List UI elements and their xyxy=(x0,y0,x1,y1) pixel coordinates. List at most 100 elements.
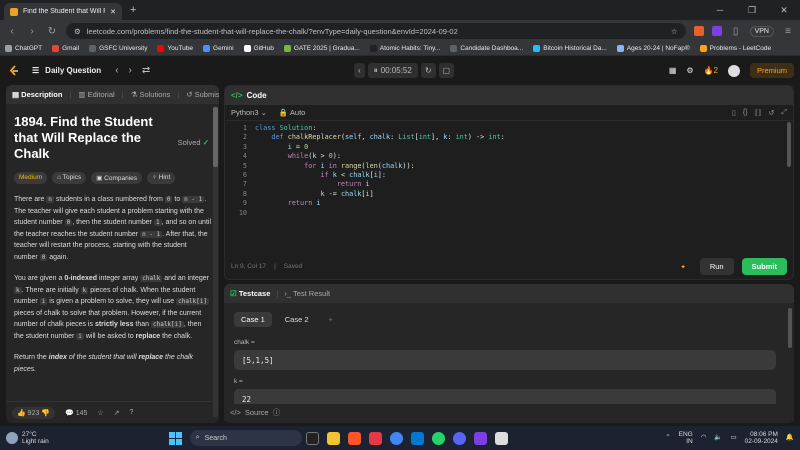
comments-button[interactable]: 💬 145 xyxy=(65,409,87,417)
daily-question-nav[interactable]: ☰ Daily Question xyxy=(32,66,101,75)
new-tab-button[interactable]: + xyxy=(130,4,136,16)
taskbar-search[interactable]: ⌕ Search xyxy=(189,430,302,446)
share-icon[interactable]: ↗ xyxy=(114,409,120,417)
forward-icon[interactable]: › xyxy=(26,26,38,37)
discord-icon[interactable] xyxy=(452,431,466,445)
bookmark-star-icon[interactable]: ☆ xyxy=(671,27,678,36)
bookmark-item[interactable]: Candidate Dashboa... xyxy=(450,45,523,52)
file-explorer-icon[interactable] xyxy=(326,431,340,445)
whatsapp-icon[interactable] xyxy=(431,431,445,445)
avatar[interactable] xyxy=(727,64,740,77)
submit-button[interactable]: Submit xyxy=(741,258,787,275)
menu-icon[interactable]: ≡ xyxy=(782,26,794,37)
topics-tag[interactable]: ⌂ Topics xyxy=(52,172,87,184)
reset-timer-icon[interactable]: ↻ xyxy=(420,63,436,78)
autocomplete-toggle[interactable]: 🔒 Auto xyxy=(279,108,305,117)
layout-icon[interactable]: ▦ xyxy=(669,66,677,75)
source-bar[interactable]: </> Source ⓘ xyxy=(224,404,794,421)
language-indicator[interactable]: ENG IN xyxy=(679,431,693,446)
notification-icon[interactable]: 🔔 xyxy=(786,434,794,442)
fullscreen-icon[interactable]: ⤢ xyxy=(781,109,787,117)
bookmark-item[interactable]: Atomic Habits: Tiny... xyxy=(369,45,440,52)
dislike-icon[interactable]: 👎 xyxy=(41,410,50,417)
address-bar[interactable]: ⚙ leetcode.com/problems/find-the-student… xyxy=(66,23,686,39)
premium-button[interactable]: Premium xyxy=(749,63,794,78)
leetcode-logo-icon[interactable] xyxy=(8,64,20,77)
description-scroll-thumb[interactable] xyxy=(213,107,218,167)
chalk-input[interactable]: [5,1,5] xyxy=(234,350,776,370)
vpn-button[interactable]: VPN xyxy=(749,25,774,37)
task-view-icon[interactable] xyxy=(305,431,319,445)
debug-icon[interactable]: ✦ xyxy=(680,263,685,271)
snipping-tool-icon[interactable] xyxy=(494,431,508,445)
info-icon[interactable]: ⓘ xyxy=(273,407,281,418)
favorite-icon[interactable]: ☆ xyxy=(97,409,103,417)
minimize-icon[interactable]: ─ xyxy=(704,5,736,15)
format-icon[interactable]: ⟦⟧ xyxy=(755,109,762,117)
reset-code-icon[interactable]: ↺ xyxy=(769,109,775,117)
brave-browser-icon[interactable] xyxy=(347,431,361,445)
tab-test-result[interactable]: ›_ Test Result xyxy=(284,289,330,298)
add-case-button[interactable]: + xyxy=(322,312,340,327)
tab-description[interactable]: ▤ Description xyxy=(12,90,62,99)
case-1-button[interactable]: Case 1 xyxy=(234,312,272,327)
code-editor[interactable]: 1 2 3 4 5 6 7 8 9 10 class Solution: def chalkRep… xyxy=(225,121,793,249)
timer-button[interactable]: ⏸ 00:05:52 xyxy=(367,63,418,78)
clock[interactable]: 08:06 PM 02-09-2024 xyxy=(745,431,778,446)
hint-tag[interactable]: ♀ Hint xyxy=(147,172,176,184)
testcase-scrollbar[interactable] xyxy=(788,308,792,348)
reload-icon[interactable]: ↻ xyxy=(46,26,58,37)
like-button[interactable]: 👍 923 👎 xyxy=(12,406,56,419)
bookmark-item[interactable]: GSFC University xyxy=(89,45,147,52)
bookmark-item[interactable]: Ages 20-24 | NoFap® xyxy=(616,45,690,52)
bookmark-item[interactable]: GitHub xyxy=(243,45,274,52)
battery-icon[interactable]: ▭ xyxy=(731,434,737,442)
braces-icon[interactable]: {} xyxy=(743,109,748,117)
close-window-icon[interactable]: ✕ xyxy=(768,5,800,16)
vscode-icon[interactable] xyxy=(410,431,424,445)
wifi-icon[interactable]: ◠ xyxy=(701,434,707,442)
close-tab-icon[interactable]: ✕ xyxy=(110,8,116,16)
site-info-icon[interactable]: ⚙ xyxy=(74,27,81,36)
tab-editorial[interactable]: ▥ Editorial xyxy=(78,90,114,99)
case-2-button[interactable]: Case 2 xyxy=(278,312,316,327)
brave-shield-icon[interactable] xyxy=(693,26,704,36)
problem-title[interactable]: 1894. Find the Student that Will Replace… xyxy=(14,114,164,162)
bookmark-item[interactable]: Gemini xyxy=(203,45,234,52)
bookmark-item[interactable]: ChatGPT xyxy=(5,45,42,52)
bookmark-icon[interactable]: ▯ xyxy=(732,109,736,117)
bookmark-item[interactable]: YouTube xyxy=(157,45,193,52)
weather-widget[interactable]: 27°C Light rain xyxy=(6,431,49,446)
run-button[interactable]: Run xyxy=(699,258,734,275)
next-problem-icon[interactable]: › xyxy=(129,65,132,76)
windows-start-icon[interactable] xyxy=(168,431,182,445)
bookmark-item[interactable]: Bitcoin Historical Da... xyxy=(533,45,607,52)
bookmark-item[interactable]: GATE 2025 | Gradua... xyxy=(283,45,360,52)
description-scrollbar[interactable] xyxy=(213,107,218,417)
back-icon[interactable]: ‹ xyxy=(6,26,18,37)
difficulty-badge[interactable]: Medium xyxy=(14,172,48,184)
language-select[interactable]: Python3 ⌄ xyxy=(231,108,267,117)
notes-icon[interactable]: ▢ xyxy=(438,63,455,78)
editor-scrollbar[interactable] xyxy=(787,122,791,167)
settings-icon[interactable]: ⚙ xyxy=(686,66,693,75)
office-icon[interactable] xyxy=(368,431,382,445)
tab-submissions[interactable]: ↺ Submission xyxy=(186,90,219,99)
brave-rewards-icon[interactable] xyxy=(711,26,722,36)
timer-left-icon[interactable]: ‹ xyxy=(354,63,365,78)
proton-vpn-icon[interactable] xyxy=(473,431,487,445)
prev-problem-icon[interactable]: ‹ xyxy=(115,65,118,76)
maximize-icon[interactable]: ❐ xyxy=(736,5,768,16)
bookmark-item[interactable]: Problems - LeetCode xyxy=(699,45,771,52)
help-icon[interactable]: ? xyxy=(130,409,134,416)
streak-counter[interactable]: 🔥2 xyxy=(704,66,718,75)
sidebar-icon[interactable]: ▯ xyxy=(730,26,742,37)
tab-testcase[interactable]: ☑ Testcase xyxy=(230,289,270,298)
tab-solutions[interactable]: ⚗ Solutions xyxy=(131,90,171,99)
chrome-icon[interactable] xyxy=(389,431,403,445)
companies-tag[interactable]: ▣ Companies xyxy=(91,172,143,184)
volume-icon[interactable]: 🔈 xyxy=(714,434,722,442)
tray-overflow-icon[interactable]: ⌃ xyxy=(665,434,670,442)
bookmark-item[interactable]: Gmail xyxy=(52,45,79,52)
shuffle-icon[interactable]: ⇄ xyxy=(142,65,150,76)
